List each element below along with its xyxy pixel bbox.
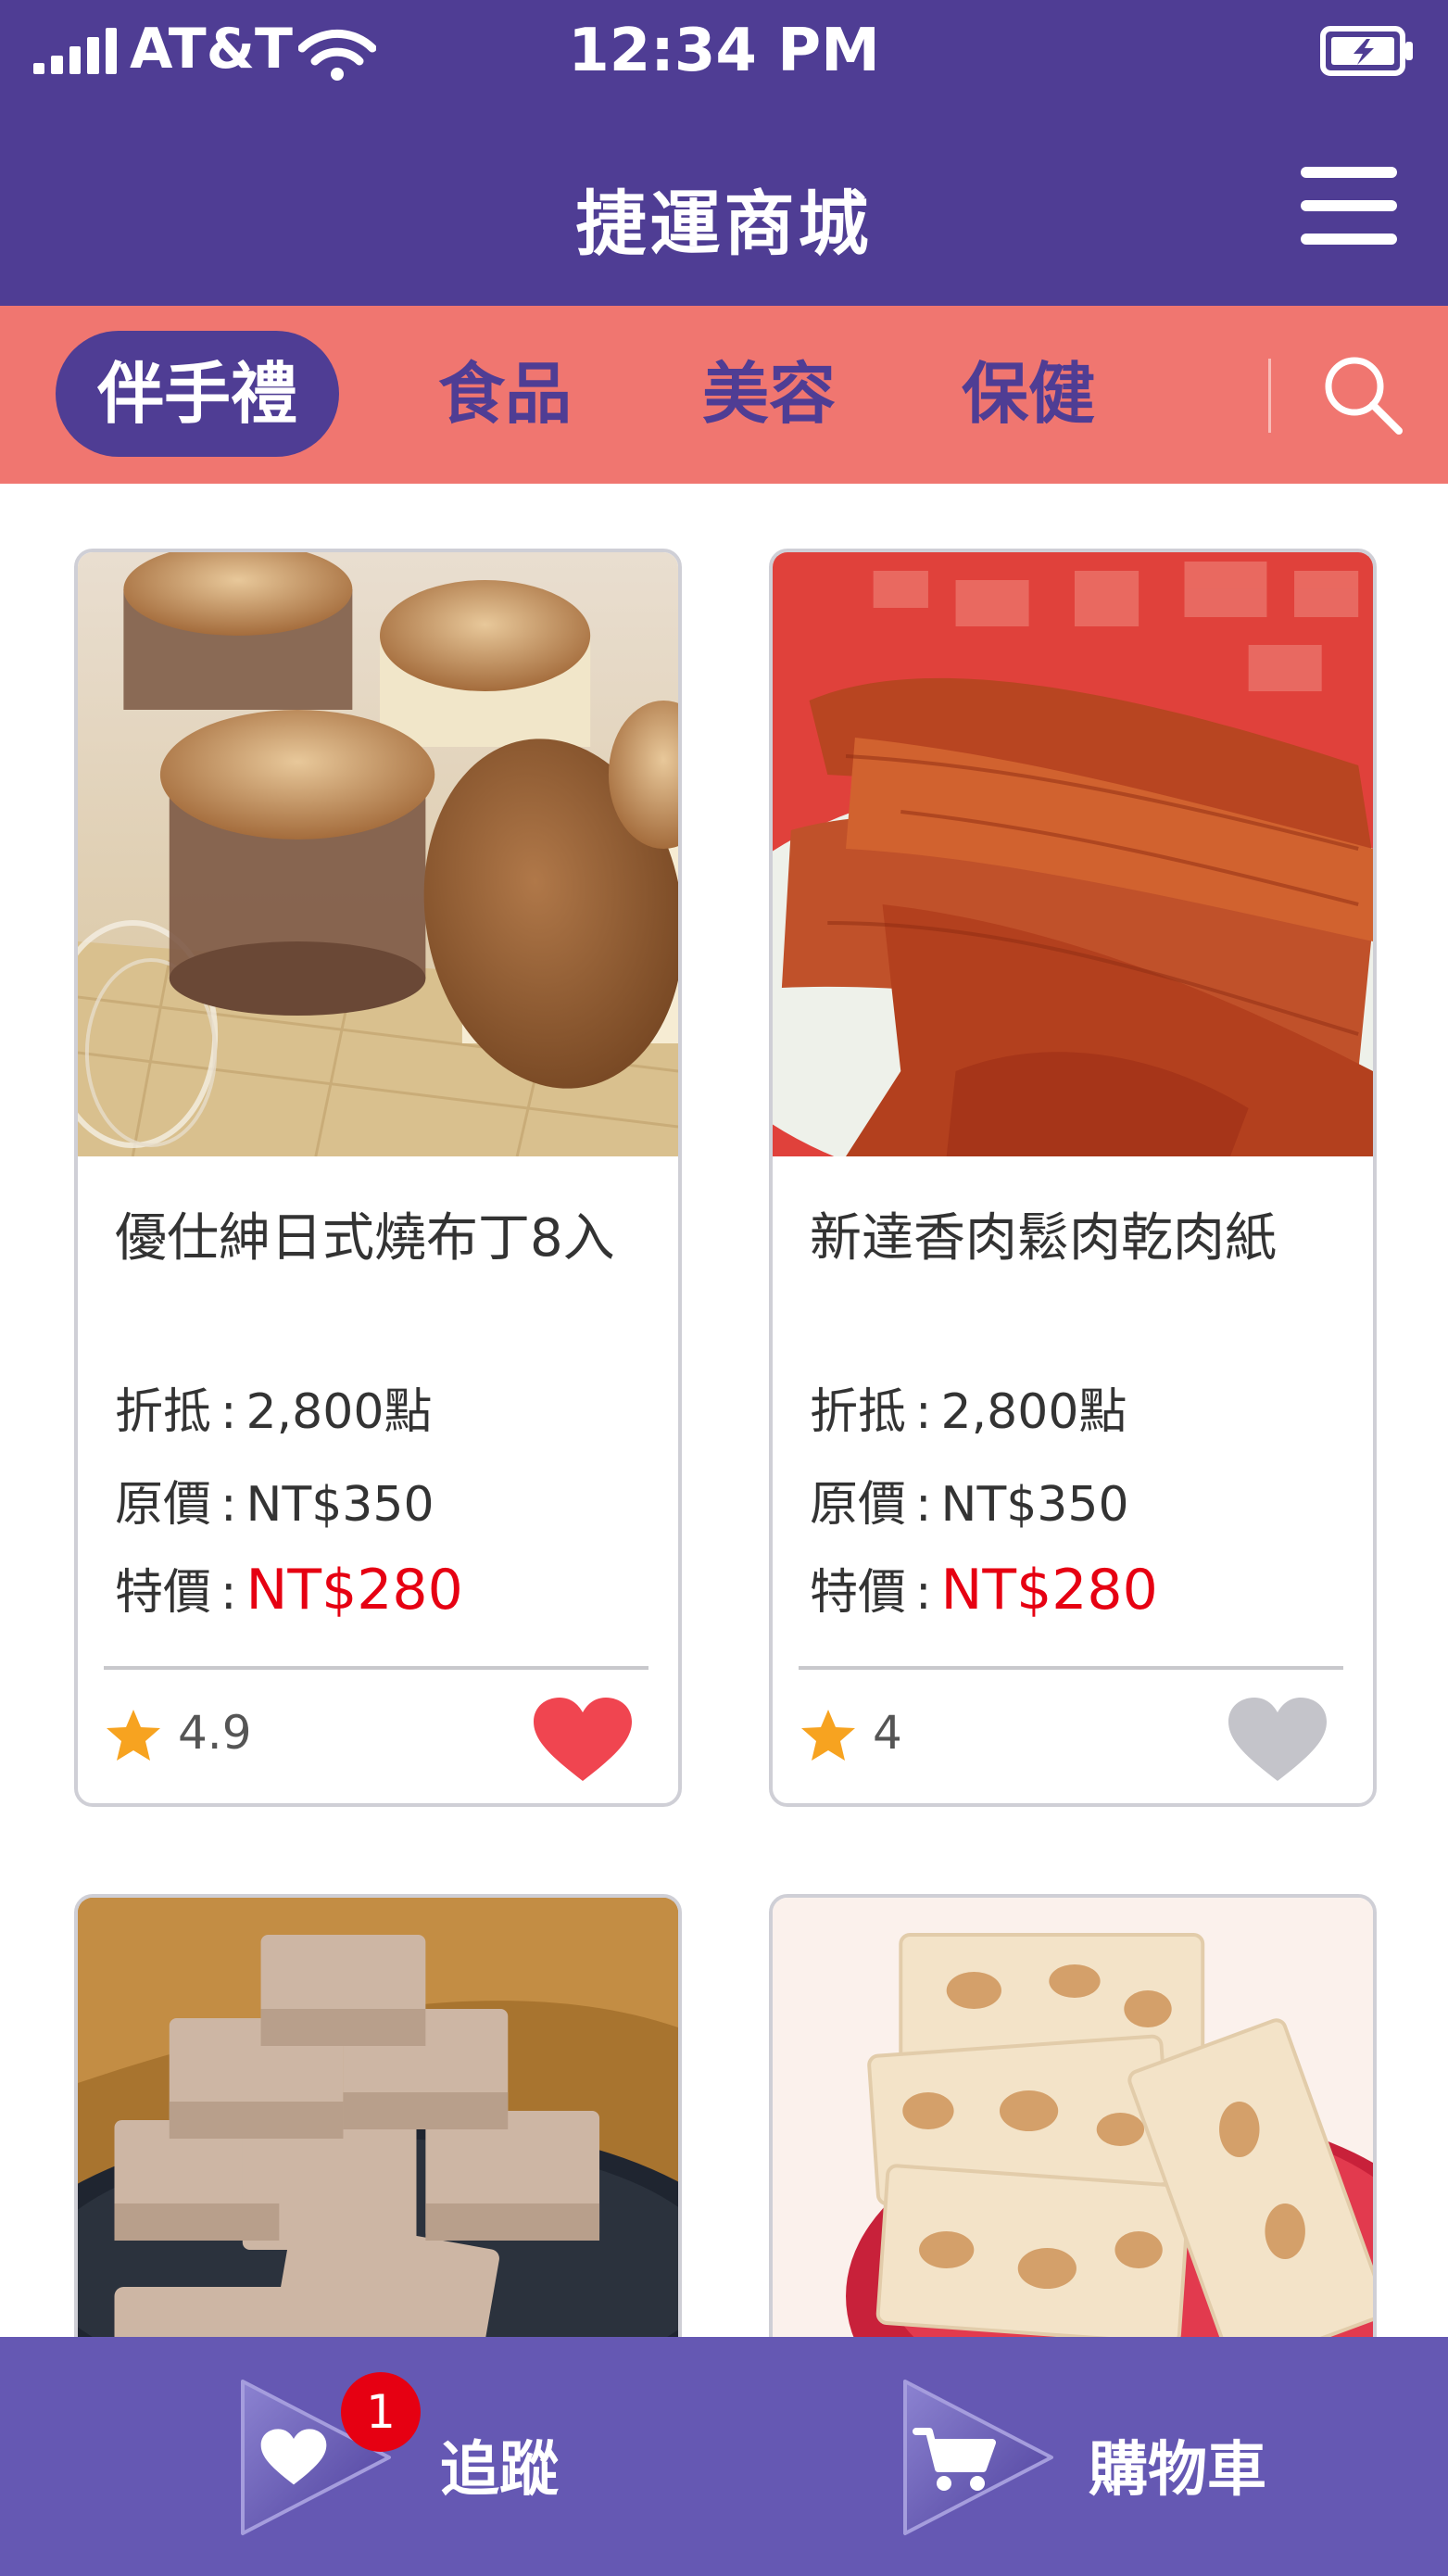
product-grid: 優仕紳日式燒布丁8入 折抵:2,800點 原價: NT$350 特價: NT$280… [0,484,1448,2450]
points-row: 折抵:2,800點 [810,1372,1127,1442]
product-name: 新達香肉鬆肉乾肉紙 [810,1208,1277,1269]
original-price-row: 原價: NT$350 [810,1465,1129,1534]
rating-value: 4.9 [178,1706,252,1760]
original-price: NT$350 [246,1477,434,1533]
heart-icon[interactable] [532,1696,634,1785]
points-value: 2,800點 [246,1384,433,1440]
separator: : [915,1565,932,1621]
tab-beauty[interactable]: 美容 [672,331,866,457]
card-divider [104,1666,648,1670]
notification-badge: 1 [341,2372,421,2452]
separator: : [220,1384,237,1440]
rating-value: 4 [873,1706,902,1760]
sale-label: 特價 [810,1565,907,1621]
search-icon[interactable] [1316,347,1408,440]
status-time: 12:34 PM [568,17,880,85]
tab-gift[interactable]: 伴手禮 [56,331,339,457]
product-image-jerky [773,552,1373,1156]
product-name: 優仕紳日式燒布丁8入 [115,1208,615,1269]
sale-label: 特價 [115,1565,212,1621]
sale-price-row: 特價: NT$280 [115,1553,463,1623]
points-row: 折抵:2,800點 [115,1372,432,1442]
separator: : [220,1477,237,1533]
nav-track-button[interactable]: 1 追蹤 [232,2337,621,2576]
tab-food[interactable]: 食品 [408,331,602,457]
product-image-pudding [78,552,678,1156]
heart-icon[interactable] [1227,1696,1328,1785]
product-card[interactable]: 新達香肉鬆肉乾肉紙 折抵:2,800點 原價: NT$350 特價: NT$280 … [769,549,1377,1807]
original-price-row: 原價: NT$350 [115,1465,434,1534]
separator: : [915,1384,932,1440]
points-value: 2,800點 [940,1384,1127,1440]
page-title: 捷運商城 [575,183,873,265]
hamburger-menu-icon[interactable] [1301,167,1403,245]
original-label: 原價 [115,1477,212,1533]
star-icon [801,1710,855,1761]
heart-icon [260,2429,327,2485]
card-divider [799,1666,1343,1670]
original-label: 原價 [810,1477,907,1533]
sale-price: NT$280 [246,1558,463,1623]
bottom-navigation: 1 追蹤 購物車 [0,2337,1448,2576]
cart-icon [913,2428,996,2491]
product-card[interactable]: 優仕紳日式燒布丁8入 折抵:2,800點 原價: NT$350 特價: NT$280… [74,549,682,1807]
tab-health[interactable]: 保健 [931,331,1126,457]
app-header: AT&T 12:34 PM 捷運商城 [0,0,1448,306]
original-price: NT$350 [940,1477,1129,1533]
category-bar: 伴手禮 食品 美容 保健 [0,306,1448,484]
nav-cart-button[interactable]: 購物車 [894,2337,1283,2576]
star-icon [107,1710,160,1761]
category-divider [1268,359,1271,433]
status-bar: AT&T 12:34 PM [0,0,1448,111]
points-label: 折抵 [115,1384,212,1440]
sale-price-row: 特價: NT$280 [810,1553,1158,1623]
separator: : [915,1477,932,1533]
battery-icon [1320,26,1413,76]
separator: : [220,1565,237,1621]
sale-price: NT$280 [940,1558,1158,1623]
points-label: 折抵 [810,1384,907,1440]
nav-track-label: 追蹤 [440,2436,559,2505]
nav-cart-label: 購物車 [1089,2436,1266,2505]
